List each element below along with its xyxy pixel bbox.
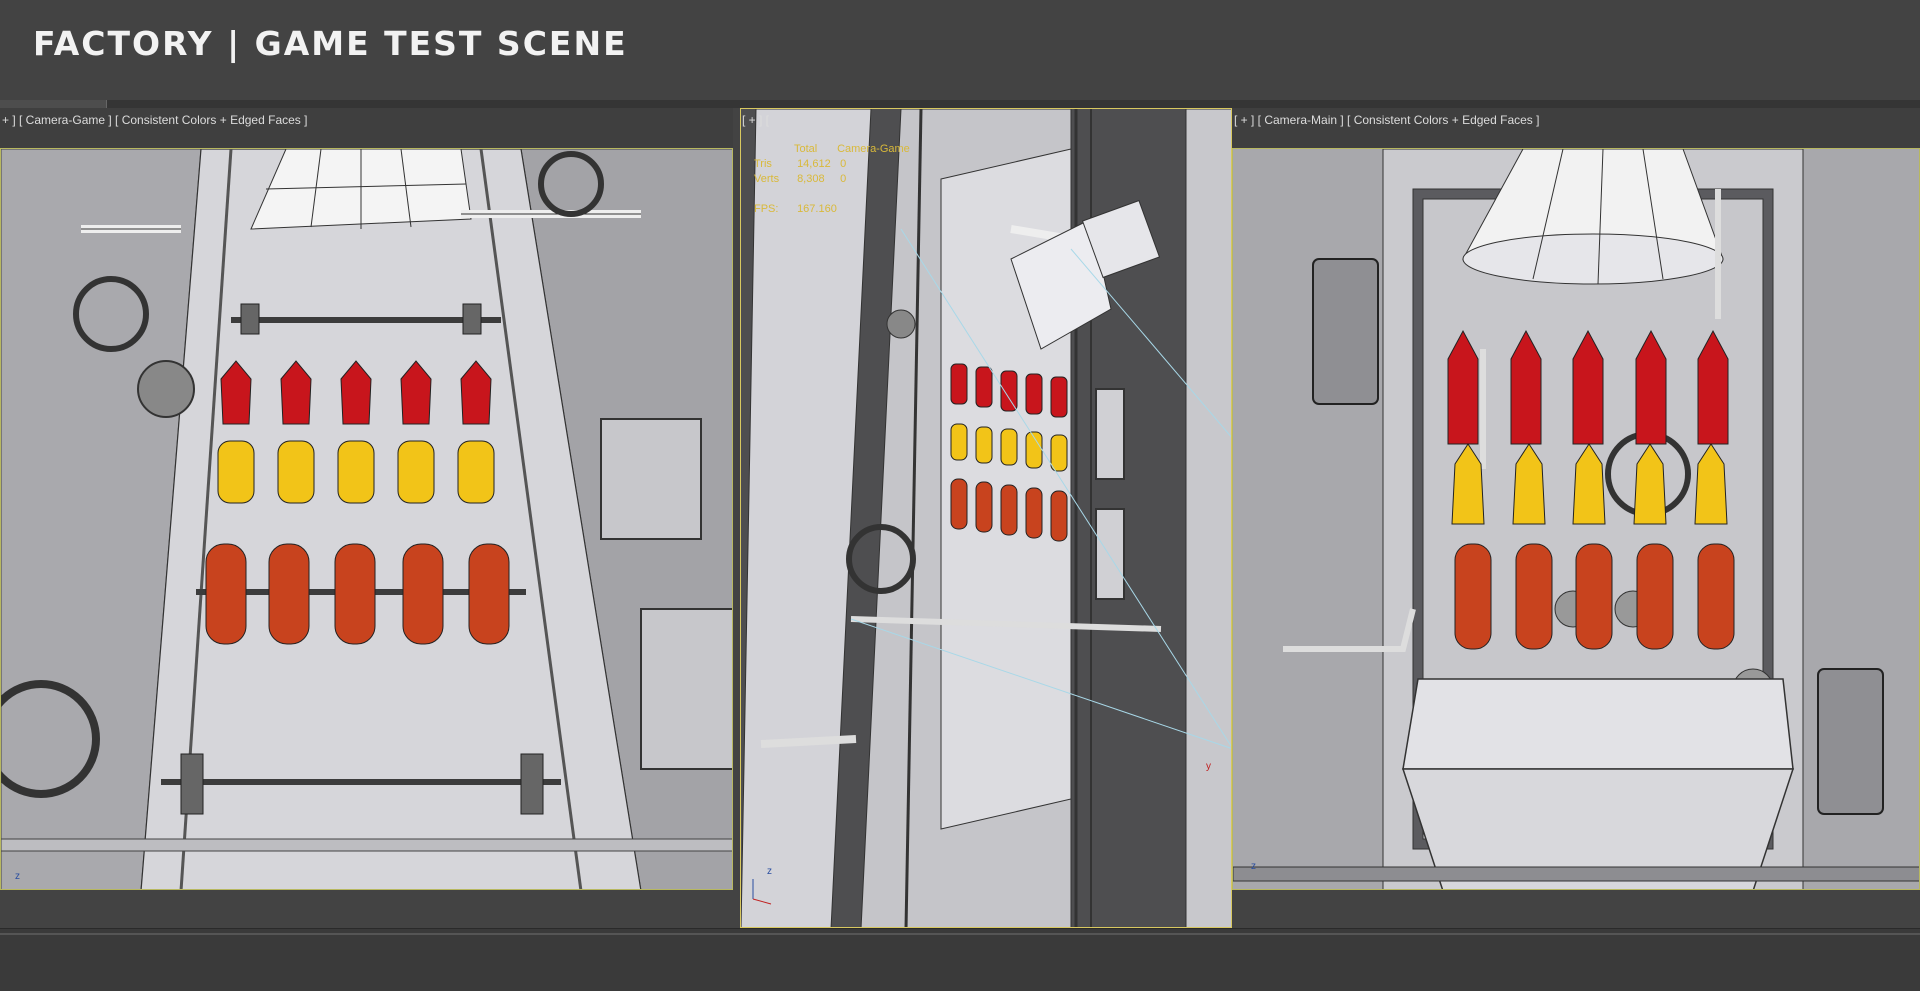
svg-text:y: y [1206,761,1211,772]
stats-verts-row: Verts 8,308 0 [754,172,910,187]
viewport-camera-game[interactable]: + ] [ Camera-Game ] [ Consistent Colors … [0,108,733,890]
stats-col-camera: Camera-Game [837,143,910,155]
verts-value: 8,308 [797,173,825,185]
viewport-center[interactable]: z y [ + ] [ Total Camera-Game Tris 14,61… [740,108,1232,928]
scene-render: z [1233,149,1919,889]
fps-value: 167.160 [797,203,837,215]
stats-overlay: Total Camera-Game Tris 14,612 0 Verts 8,… [754,142,910,217]
viewport-label[interactable]: [ + ] [ [742,113,769,127]
scene-render: z y [741,109,1231,927]
tris-extra: 0 [840,158,847,170]
page-title: FACTORY | GAME TEST SCENE [33,24,628,63]
scene-render: z [1,149,732,889]
stats-fps-row: FPS: 167.160 [754,202,910,217]
toolbar-strip [0,100,1920,108]
status-divider [0,933,1920,935]
fps-label: FPS: [754,203,779,215]
toolbar-tab[interactable] [0,100,107,108]
viewport-label[interactable]: [ + ] [ Camera-Main ] [ Consistent Color… [1234,113,1539,127]
viewport-canvas[interactable]: z [0,148,733,890]
axis-gizmo-icon: z [15,871,20,882]
verts-label: Verts [754,173,780,185]
funnel-icon [250,149,472,230]
svg-text:z: z [1251,861,1256,872]
stats-header-row: Total Camera-Game [754,142,910,157]
axis-gizmo-icon: z [1251,861,1256,872]
tris-label: Tris [754,158,772,170]
viewport-label[interactable]: + ] [ Camera-Game ] [ Consistent Colors … [2,113,307,127]
viewport-canvas[interactable]: z [1232,148,1920,890]
stats-tris-row: Tris 14,612 0 [754,157,910,172]
viewport-camera-main[interactable]: [ + ] [ Camera-Main ] [ Consistent Color… [1232,108,1920,890]
stats-col-total: Total [794,143,818,155]
viewport-canvas[interactable]: z y [740,108,1232,928]
svg-text:z: z [767,866,772,877]
status-bar [0,928,1920,991]
verts-extra: 0 [840,173,847,185]
tris-value: 14,612 [797,158,831,170]
svg-text:z: z [15,871,20,882]
